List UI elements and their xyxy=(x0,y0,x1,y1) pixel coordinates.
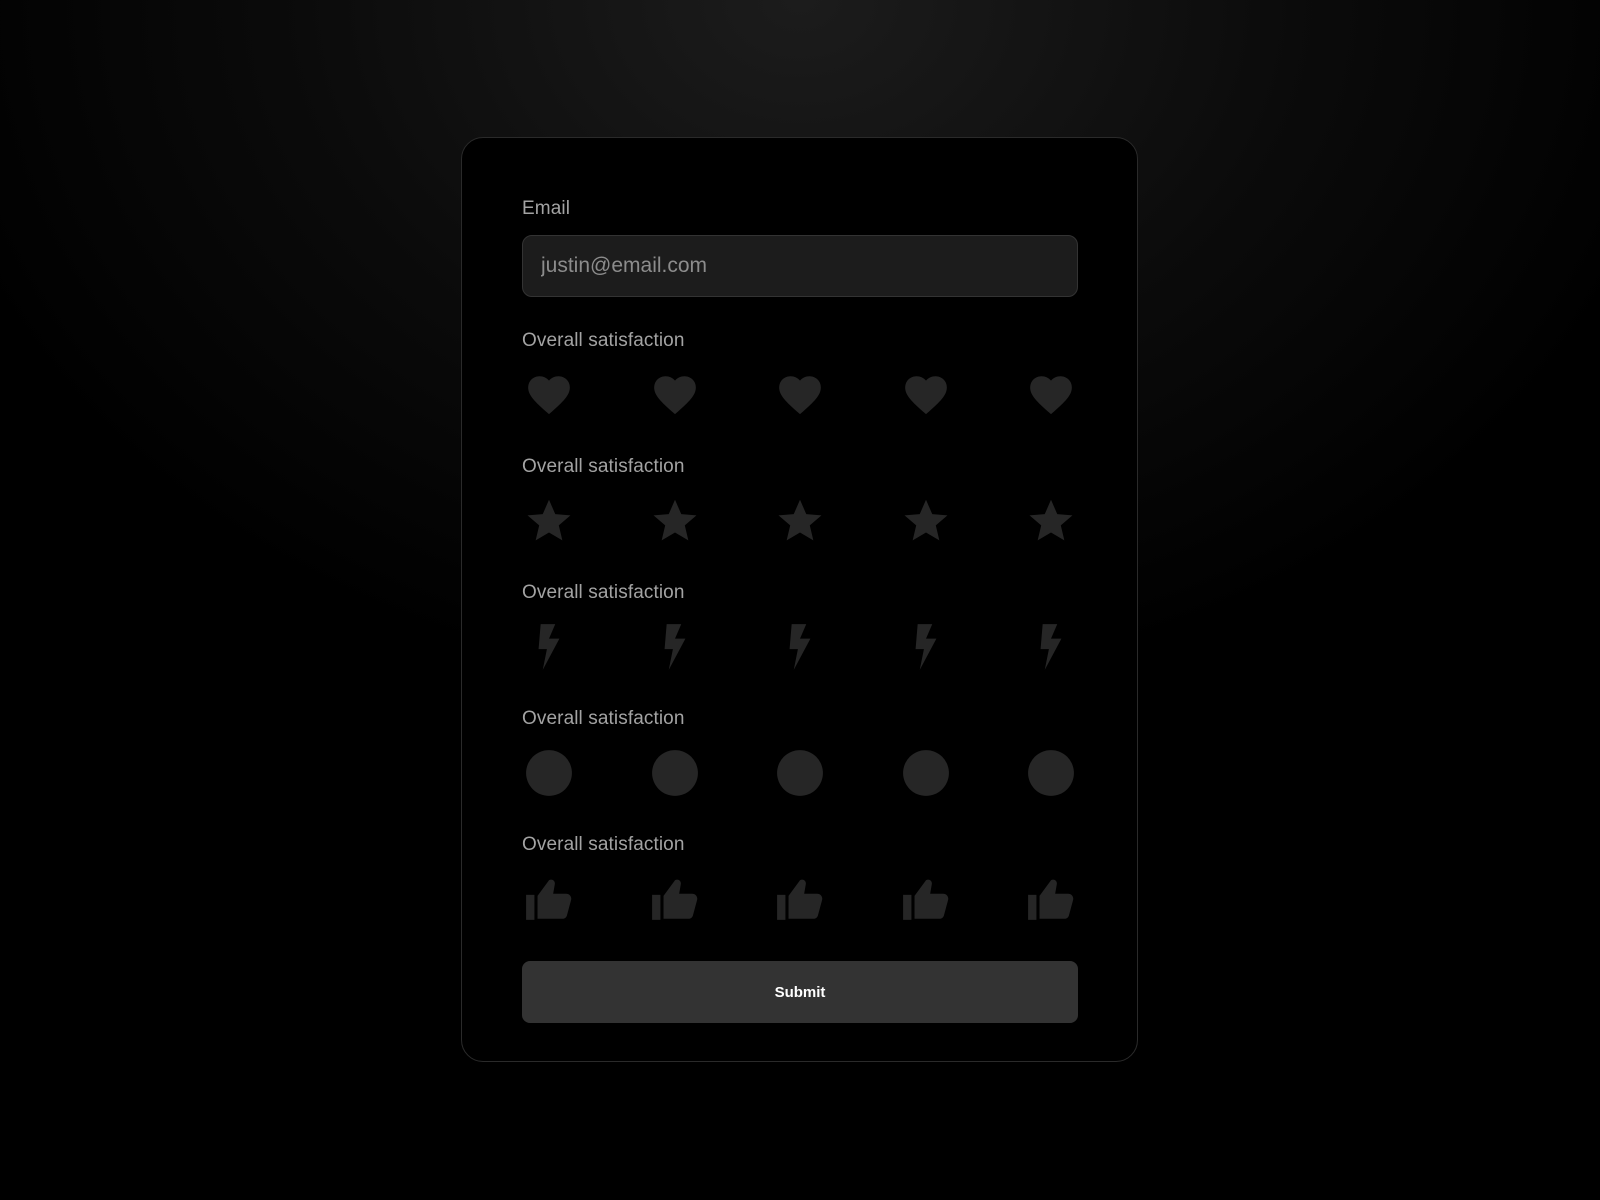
rating-option-1[interactable] xyxy=(522,746,576,800)
star-icon xyxy=(904,499,947,541)
rating-option-5[interactable] xyxy=(1024,368,1078,422)
thumbs-up-icon xyxy=(1028,879,1074,920)
star-icon xyxy=(1029,499,1073,541)
rating-option-4[interactable] xyxy=(899,872,953,926)
thumbs-up-icon xyxy=(526,879,572,920)
circle-icon xyxy=(777,750,823,796)
rating-option-2[interactable] xyxy=(648,746,702,800)
email-field[interactable] xyxy=(522,235,1078,297)
email-field-group: Email xyxy=(522,198,1078,220)
rating-option-3[interactable] xyxy=(773,746,827,800)
star-icon xyxy=(653,499,696,541)
rating-label: Overall satisfaction xyxy=(522,834,685,855)
rating-option-1[interactable] xyxy=(522,368,576,422)
rating-option-2[interactable] xyxy=(648,494,702,548)
circle-icon xyxy=(902,750,949,796)
rating-label: Overall satisfaction xyxy=(522,582,685,603)
rating-option-3[interactable] xyxy=(773,494,827,548)
star-icon xyxy=(778,499,822,541)
rating-row-stars xyxy=(522,494,1078,548)
bolt-icon xyxy=(1040,624,1062,670)
bolt-icon xyxy=(915,624,936,670)
rating-option-5[interactable] xyxy=(1024,872,1078,926)
feedback-form: Email Overall satisfaction Overall satis… xyxy=(522,198,1078,1023)
circle-icon xyxy=(1028,750,1074,796)
rating-option-2[interactable] xyxy=(648,872,702,926)
feedback-card: Email Overall satisfaction Overall satis… xyxy=(461,137,1138,1062)
thumbs-up-icon xyxy=(902,879,948,920)
rating-option-2[interactable] xyxy=(648,620,702,674)
circle-icon xyxy=(651,750,698,796)
email-label: Email xyxy=(522,198,571,219)
bolt-icon xyxy=(538,624,560,670)
heart-icon xyxy=(779,376,821,415)
rating-label: Overall satisfaction xyxy=(522,456,685,477)
rating-option-3[interactable] xyxy=(773,368,827,422)
rating-option-1[interactable] xyxy=(522,620,576,674)
heart-icon xyxy=(528,376,570,415)
rating-row-bolts xyxy=(522,620,1078,674)
thumbs-up-icon xyxy=(777,879,823,920)
submit-button[interactable]: Submit xyxy=(522,961,1078,1023)
rating-option-4[interactable] xyxy=(899,746,953,800)
bolt-icon xyxy=(664,624,685,670)
heart-icon xyxy=(904,376,947,415)
thumbs-up-icon xyxy=(651,879,697,920)
rating-group-circles: Overall satisfaction xyxy=(522,708,1078,800)
rating-option-5[interactable] xyxy=(1024,620,1078,674)
rating-option-4[interactable] xyxy=(899,620,953,674)
rating-row-circles xyxy=(522,746,1078,800)
rating-group-bolts: Overall satisfaction xyxy=(522,582,1078,674)
bolt-icon xyxy=(789,624,811,670)
rating-label: Overall satisfaction xyxy=(522,708,685,729)
rating-option-3[interactable] xyxy=(773,620,827,674)
rating-option-2[interactable] xyxy=(648,368,702,422)
rating-row-thumbs xyxy=(522,872,1078,926)
rating-option-1[interactable] xyxy=(522,872,576,926)
rating-option-5[interactable] xyxy=(1024,746,1078,800)
rating-option-4[interactable] xyxy=(899,494,953,548)
heart-icon xyxy=(653,376,696,415)
rating-option-5[interactable] xyxy=(1024,494,1078,548)
star-icon xyxy=(527,499,571,541)
rating-label: Overall satisfaction xyxy=(522,330,685,351)
rating-group-hearts: Overall satisfaction xyxy=(522,330,1078,422)
rating-group-thumbs: Overall satisfaction xyxy=(522,834,1078,926)
rating-option-4[interactable] xyxy=(899,368,953,422)
heart-icon xyxy=(1030,376,1072,415)
rating-option-3[interactable] xyxy=(773,872,827,926)
rating-row-hearts xyxy=(522,368,1078,422)
rating-group-stars: Overall satisfaction xyxy=(522,456,1078,548)
circle-icon xyxy=(526,750,572,796)
rating-option-1[interactable] xyxy=(522,494,576,548)
